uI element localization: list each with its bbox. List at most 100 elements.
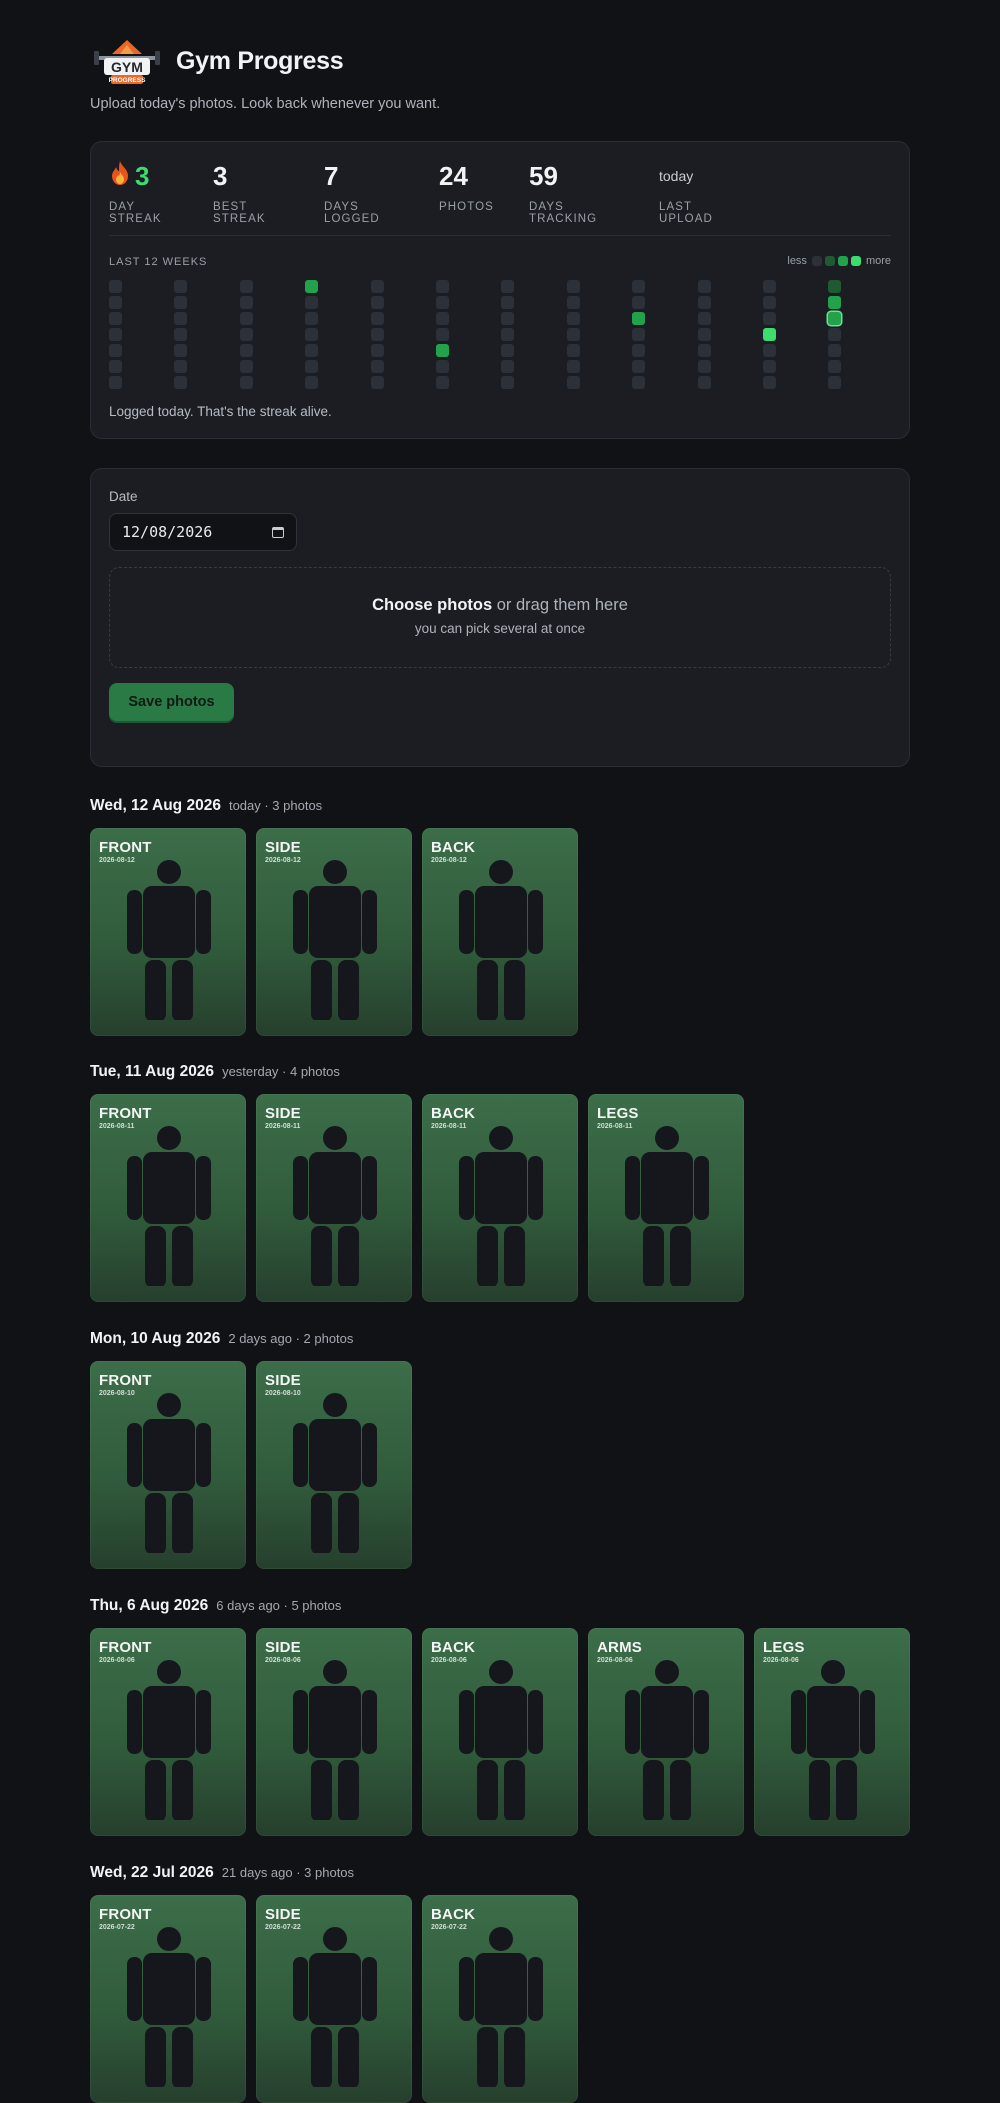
photo-label: FRONT [99, 1639, 152, 1656]
heatmap-cell [174, 328, 187, 341]
stat-value: 24 [439, 160, 494, 192]
day-meta: today · 3 photos [228, 798, 323, 813]
heatmap-cell [501, 296, 514, 309]
photo-date: 2026-08-06 [597, 1657, 633, 1664]
stat-value: 7 [324, 160, 380, 192]
choose-photos-link[interactable]: Choose photos [372, 596, 492, 614]
heatmap-cell [567, 344, 580, 357]
heatmap-cell [763, 280, 776, 293]
photo-date: 2026-08-11 [597, 1123, 633, 1130]
photo-thumbnail[interactable]: SIDE 2026-07-22 [256, 1895, 412, 2103]
heatmap-cell [501, 360, 514, 373]
photo-dropzone[interactable]: Choose photos or drag them here you can … [109, 567, 891, 668]
heatmap-cell [763, 360, 776, 373]
body-silhouette-icon [293, 1393, 377, 1555]
heatmap-cell [698, 296, 711, 309]
heatmap-cell [371, 296, 384, 309]
photo-label: BACK [431, 1105, 476, 1122]
photo-date: 2026-07-22 [99, 1924, 135, 1931]
heatmap-cell [567, 360, 580, 373]
photo-label: SIDE [265, 1639, 301, 1656]
legend-swatch [837, 256, 848, 266]
heatmap-cell [698, 376, 711, 389]
photo-thumbnail[interactable]: FRONT 2026-08-11 [90, 1094, 246, 1302]
heatmap-cell [436, 312, 449, 325]
streak-message: Logged today. That's the streak alive. [109, 404, 332, 419]
save-photos-button[interactable]: Save photos [109, 683, 234, 721]
stat-label: DAY STREAK [109, 201, 162, 225]
photo-thumbnail[interactable]: SIDE 2026-08-12 [256, 828, 412, 1036]
photo-thumbnail[interactable]: BACK 2026-08-12 [422, 828, 578, 1036]
stat-best-streak: 3 BEST STREAK [213, 160, 266, 225]
body-silhouette-icon [293, 1126, 377, 1288]
photo-date: 2026-08-06 [265, 1657, 301, 1664]
photo-thumbnail[interactable]: SIDE 2026-08-10 [256, 1361, 412, 1569]
date-input[interactable]: 12/08/2026 [109, 513, 297, 551]
photo-date: 2026-07-22 [265, 1924, 301, 1931]
heatmap-cell [109, 376, 122, 389]
heatmap-cell [828, 296, 841, 309]
stat-photos: 24 PHOTOS [439, 160, 494, 213]
photo-thumbnail[interactable]: SIDE 2026-08-11 [256, 1094, 412, 1302]
stat-label: BEST STREAK [213, 201, 266, 225]
photo-thumbnail[interactable]: FRONT 2026-08-10 [90, 1361, 246, 1569]
stat-value: 3 [213, 160, 266, 192]
photo-thumbnail[interactable]: FRONT 2026-07-22 [90, 1895, 246, 2103]
body-silhouette-icon [293, 1927, 377, 2089]
photo-label: BACK [431, 1906, 476, 1923]
photo-thumbnail[interactable]: LEGS 2026-08-11 [588, 1094, 744, 1302]
body-silhouette-icon [127, 860, 211, 1022]
heatmap-cell [174, 280, 187, 293]
stat-value: 3 [109, 160, 162, 192]
gym-logo: GYM PROGRESS [90, 34, 164, 88]
heatmap-cell [567, 280, 580, 293]
heatmap-cell [436, 376, 449, 389]
photo-thumbnail[interactable]: FRONT 2026-08-12 [90, 828, 246, 1036]
heatmap-cell [763, 312, 776, 325]
heatmap-label: LAST 12 WEEKS [109, 256, 208, 268]
photo-label: FRONT [99, 1906, 152, 1923]
photo-thumbnail[interactable]: FRONT 2026-08-06 [90, 1628, 246, 1836]
heatmap-cell [632, 344, 645, 357]
upload-card: Date 12/08/2026 Choose photos or drag th… [90, 468, 910, 767]
heatmap-cell [174, 296, 187, 309]
stat-number: 24 [439, 161, 468, 191]
calendar-icon[interactable] [272, 526, 284, 538]
heatmap-cell [371, 360, 384, 373]
photo-thumbnail[interactable]: BACK 2026-07-22 [422, 1895, 578, 2103]
heatmap-cell [567, 376, 580, 389]
photo-label: BACK [431, 1639, 476, 1656]
heatmap-cell [763, 328, 776, 341]
day-meta: 2 days ago · 2 photos [228, 1331, 354, 1346]
heatmap-cell [109, 328, 122, 341]
heatmap-cell [174, 344, 187, 357]
heatmap-cell [828, 328, 841, 341]
stat-number: today [659, 168, 694, 184]
heatmap-cell [828, 312, 841, 325]
body-silhouette-icon [791, 1660, 875, 1822]
heatmap-cell [501, 344, 514, 357]
heatmap-cell [698, 344, 711, 357]
body-silhouette-icon [459, 1660, 543, 1822]
photo-thumbnail[interactable]: ARMS 2026-08-06 [588, 1628, 744, 1836]
heatmap-cell [567, 328, 580, 341]
heatmap-cell [436, 328, 449, 341]
body-silhouette-icon [293, 860, 377, 1022]
photo-label: LEGS [763, 1639, 805, 1656]
body-silhouette-icon [127, 1393, 211, 1555]
heatmap-cell [436, 344, 449, 357]
photo-date: 2026-07-22 [431, 1924, 467, 1931]
day-title: Tue, 11 Aug 2026 [90, 1063, 215, 1080]
heatmap-cell [240, 360, 253, 373]
stat-last-upload: today LAST UPLOAD [659, 160, 713, 225]
heatmap-cell [763, 376, 776, 389]
photo-thumbnail[interactable]: LEGS 2026-08-06 [754, 1628, 910, 1836]
photo-label: SIDE [265, 839, 301, 856]
photo-label: SIDE [265, 1372, 301, 1389]
heatmap-cell [109, 344, 122, 357]
photo-thumbnail[interactable]: BACK 2026-08-06 [422, 1628, 578, 1836]
body-silhouette-icon [127, 1660, 211, 1822]
heatmap-cell [371, 376, 384, 389]
photo-thumbnail[interactable]: BACK 2026-08-11 [422, 1094, 578, 1302]
photo-thumbnail[interactable]: SIDE 2026-08-06 [256, 1628, 412, 1836]
